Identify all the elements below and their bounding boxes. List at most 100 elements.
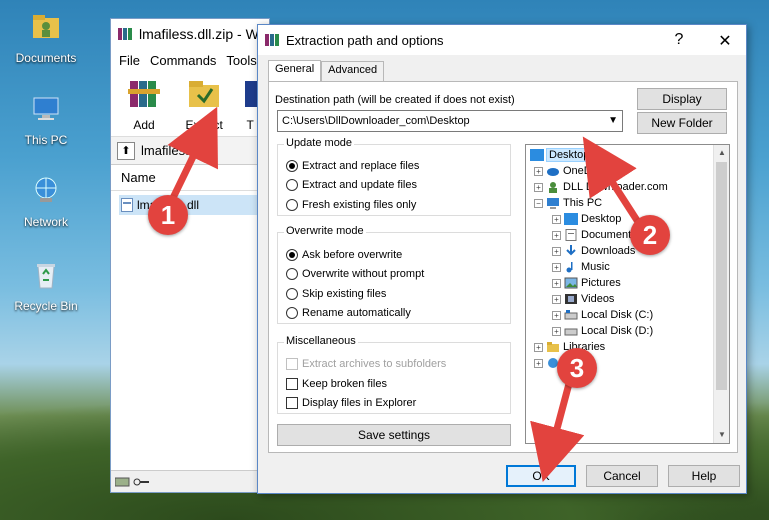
tab-advanced[interactable]: Advanced [321, 61, 385, 81]
pictures-icon [564, 277, 578, 289]
radio-button[interactable] [286, 199, 298, 211]
ok-button[interactable]: OK [506, 465, 576, 487]
update-mode-title: Update mode [284, 137, 355, 149]
general-tab-panel: Destination path (will be created if doe… [268, 81, 738, 453]
dialog-tabs: General Advanced [268, 60, 385, 81]
checkbox[interactable] [286, 397, 298, 409]
tree-node-pictures[interactable]: + Pictures [552, 275, 621, 291]
tree-node-music[interactable]: + Music [552, 259, 610, 275]
network-globe-icon [35, 177, 57, 202]
chevron-down-icon[interactable]: ▼ [608, 115, 618, 126]
desktop-icon-label: This PC [24, 133, 68, 147]
save-settings-button[interactable]: Save settings [277, 424, 511, 446]
radio-button[interactable] [286, 249, 298, 261]
tree-node-local-disk-c[interactable]: + Local Disk (C:) [552, 307, 653, 323]
expand-icon[interactable]: + [552, 326, 561, 336]
tree-node-label: Document [581, 229, 632, 241]
checkbox-keep-broken[interactable]: Keep broken files [286, 376, 387, 392]
tree-node-label: Pictures [581, 277, 621, 289]
tree-node-desktop[interactable]: + Desktop [552, 211, 621, 227]
destination-path-combobox[interactable]: C:\Users\DllDownloader_com\Desktop ▼ [277, 110, 623, 132]
expand-icon[interactable]: + [534, 166, 543, 176]
scrollbar-thumb[interactable] [716, 162, 727, 390]
checkbox-display-explorer[interactable]: Display files in Explorer [286, 395, 416, 411]
destination-path-value: C:\Users\DllDownloader_com\Desktop [282, 115, 470, 127]
radio-fresh-existing[interactable]: Fresh existing files only [286, 197, 416, 213]
checkbox[interactable] [286, 378, 298, 390]
hard-drive-icon [564, 310, 578, 320]
file-row[interactable]: lmafiless.dll [119, 195, 259, 215]
radio-ask-before[interactable]: Ask before overwrite [286, 247, 402, 263]
folder-tree[interactable]: Desktop + OneD + DLL Downloader.com − Th… [525, 144, 730, 444]
display-button[interactable]: Display [637, 88, 727, 110]
add-button[interactable]: Add [121, 75, 167, 132]
radio-skip-existing[interactable]: Skip existing files [286, 286, 386, 302]
menu-file[interactable]: File [119, 53, 140, 68]
music-note-icon [566, 262, 573, 273]
expand-icon[interactable]: + [552, 278, 561, 288]
option-label: Extract and replace files [302, 160, 420, 172]
radio-button[interactable] [286, 179, 298, 191]
winrar-current-path[interactable]: lmafiless.dll [141, 143, 208, 158]
help-icon[interactable]: ? [664, 31, 694, 49]
scroll-down-icon[interactable]: ▼ [714, 427, 729, 443]
desktop-icon-this-pc[interactable]: This PC [6, 92, 86, 147]
tree-node-local-disk-d[interactable]: + Local Disk (D:) [552, 323, 653, 339]
winrar-toolbar: Add Extract To T [111, 71, 269, 146]
tree-node-desktop-root[interactable]: Desktop [530, 147, 593, 163]
add-label: Add [133, 118, 155, 132]
tree-node-videos[interactable]: + Videos [552, 291, 614, 307]
radio-button[interactable] [286, 268, 298, 280]
new-folder-button[interactable]: New Folder [637, 112, 727, 134]
desktop-icon-network[interactable]: Network [6, 174, 86, 229]
expand-icon[interactable]: + [552, 294, 561, 304]
radio-button[interactable] [286, 307, 298, 319]
radio-button[interactable] [286, 288, 298, 300]
radio-rename-automatically[interactable]: Rename automatically [286, 305, 411, 321]
help-button[interactable]: Help [668, 465, 740, 487]
option-label: Display files in Explorer [302, 397, 417, 409]
tab-general[interactable]: General [268, 60, 322, 81]
radio-extract-update[interactable]: Extract and update files [286, 177, 417, 193]
checkbox-extract-subfolders[interactable]: Extract archives to subfolders [286, 356, 446, 372]
extract-to-button[interactable]: Extract To [181, 75, 227, 146]
expand-icon[interactable]: + [552, 230, 561, 240]
documents-icon [565, 229, 577, 241]
expand-icon[interactable]: + [552, 246, 561, 256]
drive-key-icon [114, 477, 149, 487]
winrar-title-bar: lmafiless.dll.zip - Wi [111, 19, 269, 49]
tree-node-label: Desktop [581, 213, 622, 225]
option-label: Fresh existing files only [302, 199, 417, 211]
tree-node-documents[interactable]: + Document [552, 227, 631, 243]
menu-commands[interactable]: Commands [150, 53, 216, 68]
radio-button[interactable] [286, 160, 298, 172]
expand-icon[interactable]: + [552, 310, 561, 320]
desktop-icon-documents[interactable]: Documents [6, 10, 86, 65]
winrar-status-bar [111, 470, 269, 492]
desktop-icon-recycle-bin[interactable]: Recycle Bin [6, 258, 86, 313]
expand-icon[interactable]: + [552, 262, 561, 272]
collapse-icon[interactable]: − [534, 198, 543, 208]
expand-icon[interactable]: + [534, 358, 543, 368]
column-header-label: Name [121, 170, 156, 185]
expand-icon[interactable]: + [552, 214, 561, 224]
scroll-up-icon[interactable]: ▲ [714, 145, 729, 161]
tree-node-onedrive[interactable]: + OneD [534, 163, 592, 179]
dll-file-icon [121, 198, 133, 212]
close-icon[interactable]: ✕ [710, 31, 740, 51]
tree-scrollbar[interactable]: ▲ ▼ [713, 145, 729, 443]
expand-icon[interactable]: + [534, 342, 543, 352]
radio-overwrite-without-prompt[interactable]: Overwrite without prompt [286, 266, 424, 282]
computer-icon [547, 198, 559, 209]
menu-tools[interactable]: Tools [226, 53, 256, 68]
tree-node-this-pc[interactable]: − This PC [534, 195, 602, 211]
tree-node-downloads[interactable]: + Downloads [552, 243, 635, 259]
expand-icon[interactable]: + [534, 182, 543, 192]
up-folder-icon[interactable]: ⬆ [117, 141, 135, 160]
tree-node-dll-downloader[interactable]: + DLL Downloader.com [534, 179, 668, 195]
checkbox[interactable] [286, 358, 298, 370]
column-header-name[interactable]: Name [111, 165, 269, 191]
miscellaneous-group: Miscellaneous Extract archives to subfol… [277, 335, 511, 414]
radio-extract-replace[interactable]: Extract and replace files [286, 158, 419, 174]
cancel-button[interactable]: Cancel [586, 465, 658, 487]
